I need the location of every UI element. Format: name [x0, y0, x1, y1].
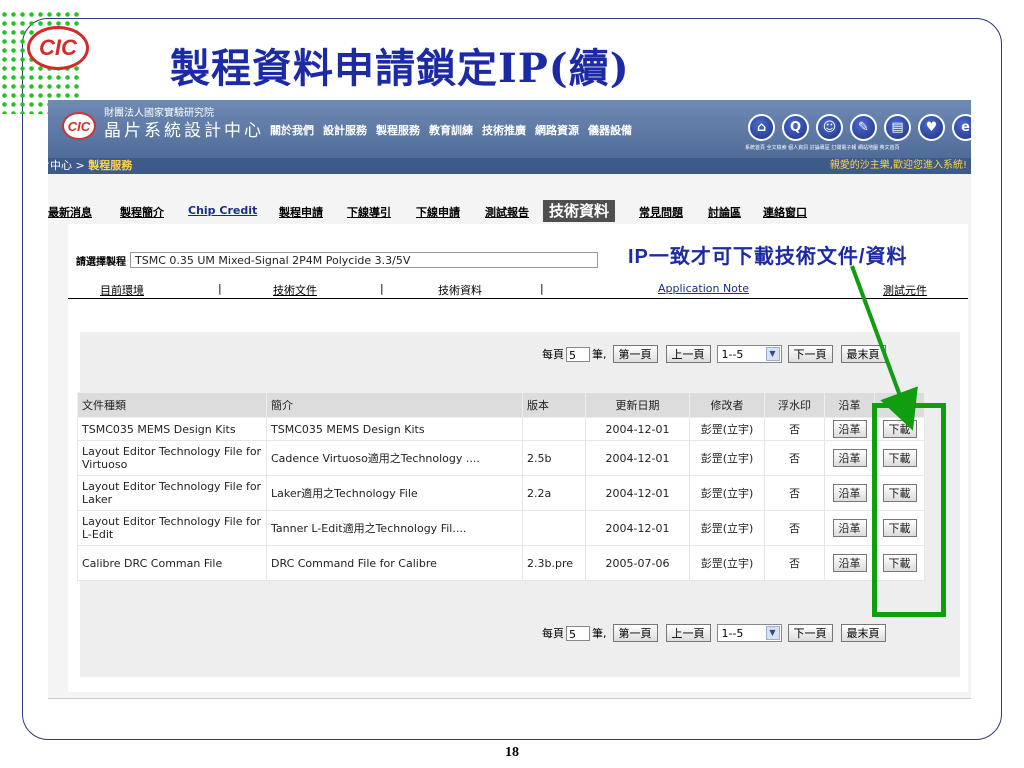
annotation-arrow [850, 265, 918, 431]
page-number: 18 [505, 745, 519, 760]
